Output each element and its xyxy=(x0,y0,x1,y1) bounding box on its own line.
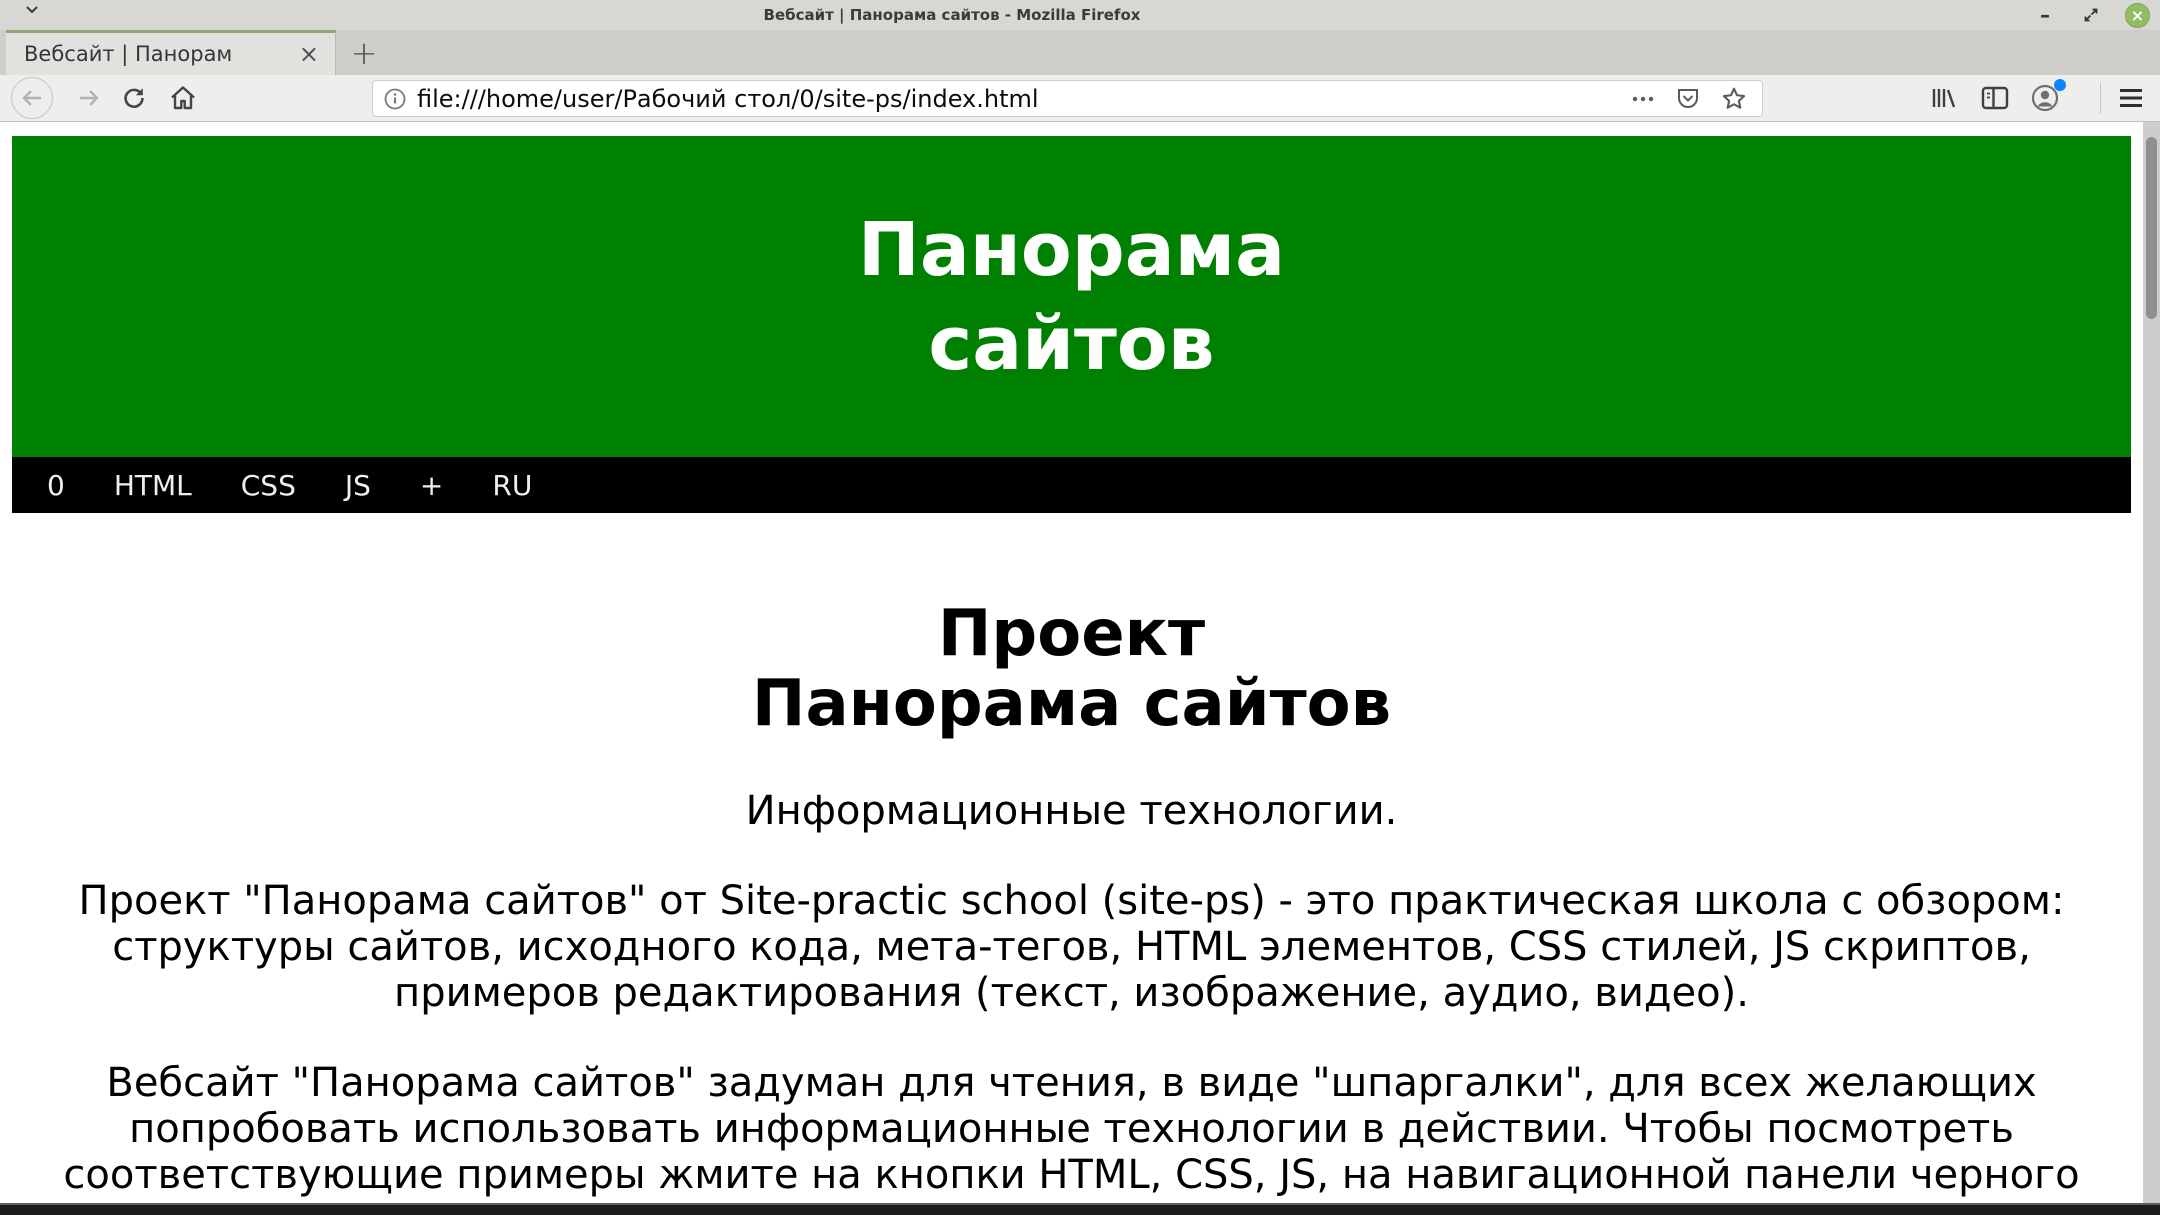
bookmark-star-icon[interactable] xyxy=(1720,85,1748,113)
nav-item-html[interactable]: HTML xyxy=(114,469,192,502)
browser-viewport: Панорама сайтов 0 HTML CSS JS + RU Проек… xyxy=(0,122,2160,1203)
window-title: Вебсайт | Панорама сайтов - Mozilla Fire… xyxy=(763,6,1141,24)
reload-button[interactable] xyxy=(121,85,147,111)
menu-hamburger-icon[interactable] xyxy=(2117,86,2145,110)
new-tab-button[interactable]: + xyxy=(336,30,392,75)
site-header-banner: Панорама сайтов xyxy=(12,136,2131,457)
nav-item-css[interactable]: CSS xyxy=(241,469,296,502)
url-text[interactable]: file:///home/user/Рабочий стол/0/site-ps… xyxy=(417,85,1630,113)
nav-item-js[interactable]: JS xyxy=(345,469,371,502)
window-bottom-edge xyxy=(0,1203,2160,1215)
minimize-button[interactable]: – xyxy=(2033,3,2057,27)
scrollbar-thumb[interactable] xyxy=(2146,137,2157,319)
webpage: Панорама сайтов 0 HTML CSS JS + RU Проек… xyxy=(0,122,2143,1203)
tab-close-icon[interactable]: × xyxy=(295,42,323,66)
nav-item-plus[interactable]: + xyxy=(420,469,443,502)
forward-button[interactable] xyxy=(76,85,102,111)
page-subtitle: Информационные технологии. xyxy=(745,788,1398,834)
pocket-icon[interactable] xyxy=(1674,85,1702,113)
back-button[interactable] xyxy=(11,77,53,119)
titlebar: Вебсайт | Панорама сайтов - Mozilla Fire… xyxy=(0,0,2160,30)
window-controls: – × xyxy=(2033,0,2150,30)
toolbar-separator xyxy=(2100,83,2101,114)
urlbar-actions xyxy=(1630,85,1748,113)
library-icon[interactable] xyxy=(1928,84,1958,112)
page-info-icon[interactable] xyxy=(383,87,407,111)
page-actions-icon[interactable] xyxy=(1630,86,1656,112)
notification-dot xyxy=(2054,79,2066,91)
nav-item-ru[interactable]: RU xyxy=(492,469,532,502)
maximize-button[interactable] xyxy=(2079,3,2103,27)
home-button[interactable] xyxy=(169,84,197,112)
page-title: Проект Панорама сайтов xyxy=(751,597,1392,741)
navigation-toolbar: file:///home/user/Рабочий стол/0/site-ps… xyxy=(0,75,2160,122)
sidebar-icon[interactable] xyxy=(1980,84,2010,112)
page-scrollbar[interactable] xyxy=(2143,122,2160,1203)
close-button[interactable]: × xyxy=(2125,2,2150,28)
nav-item-0[interactable]: 0 xyxy=(47,469,65,502)
account-icon[interactable] xyxy=(2030,79,2066,113)
tab-title: Вебсайт | Панорам xyxy=(24,42,233,66)
address-bar[interactable]: file:///home/user/Рабочий стол/0/site-ps… xyxy=(372,80,1763,117)
active-tab[interactable]: Вебсайт | Панорам × xyxy=(6,30,336,75)
tab-bar: Вебсайт | Панорам × + xyxy=(0,30,2160,75)
intro-paragraph: Проект "Панорама сайтов" от Site-practic… xyxy=(78,878,2065,1016)
firefox-window: Вебсайт | Панорама сайтов - Mozilla Fire… xyxy=(0,0,2160,1215)
site-nav-bar: 0 HTML CSS JS + RU xyxy=(12,457,2131,513)
description-paragraph: Вебсайт "Панорама сайтов" задуман для чт… xyxy=(63,1060,2080,1198)
